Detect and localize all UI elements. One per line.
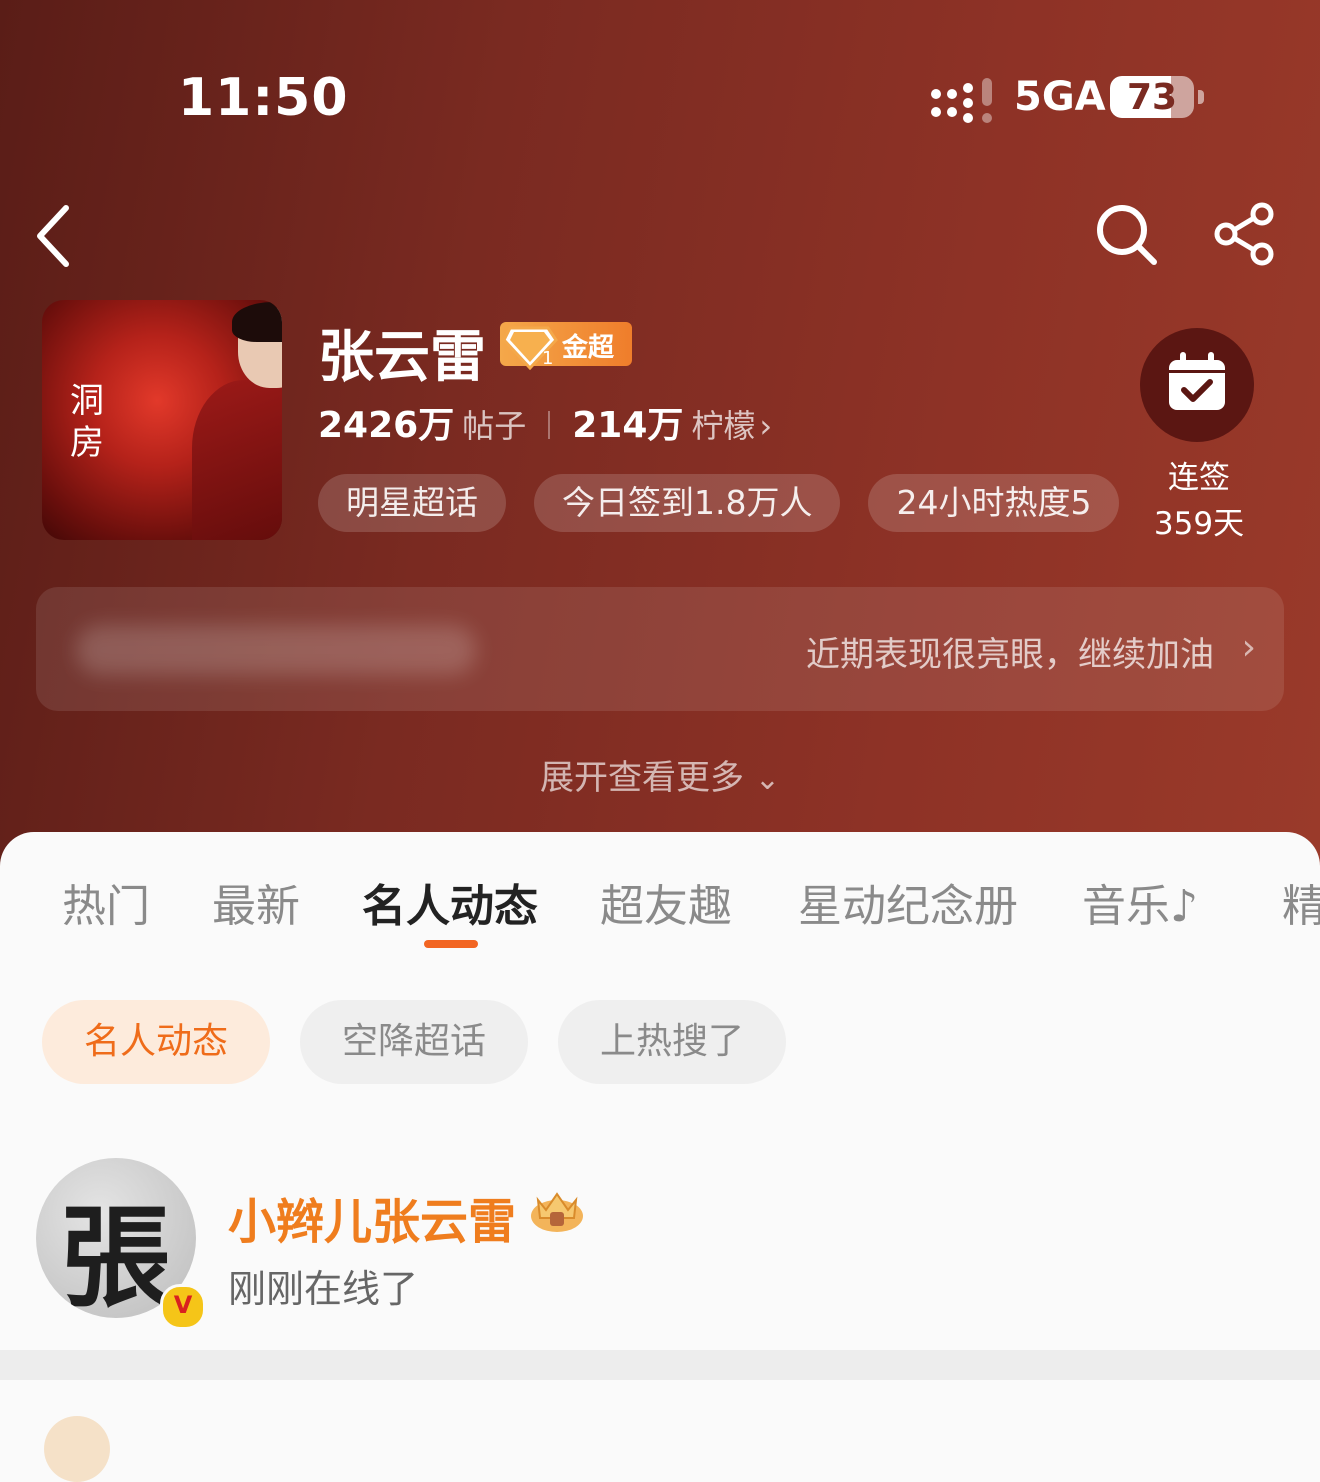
feed-divider <box>0 1350 1320 1380</box>
tab-featured[interactable]: 精 <box>1282 870 1320 934</box>
signal-icon <box>931 78 992 123</box>
cover-title: 洞房 <box>70 381 104 463</box>
topic-header: 11:50 5GA 73 洞房 张云雷 1 金超 2426万 帖子 214万 柠… <box>0 0 1320 880</box>
checkin-button[interactable] <box>1140 328 1254 442</box>
chevron-right-icon[interactable]: › <box>759 407 772 445</box>
status-time: 11:50 <box>178 68 349 128</box>
chip-celebrity-updates[interactable]: 名人动态 <box>42 1000 270 1084</box>
chevron-down-icon: ⌄ <box>754 762 780 797</box>
tag-heat[interactable]: 24小时热度5 <box>868 474 1120 532</box>
tab-celebrity-updates[interactable]: 名人动态 <box>362 870 538 934</box>
diamond-icon: 1 <box>502 326 558 370</box>
checkin-days: 359天 <box>1153 506 1245 542</box>
verified-badge-icon: V <box>160 1284 206 1330</box>
tag-checkin-count[interactable]: 今日签到1.8万人 <box>534 474 841 532</box>
fans-label[interactable]: 柠檬 <box>691 407 755 445</box>
calendar-check-icon <box>1169 352 1225 410</box>
verified-badge-label: V <box>173 1291 193 1319</box>
tab-fan-fun[interactable]: 超友趣 <box>600 870 732 934</box>
checkin-label: 连签 <box>1168 460 1230 496</box>
banner-text: 近期表现很亮眼，继续加油 <box>806 635 1214 675</box>
tab-hot[interactable]: 热门 <box>62 870 150 934</box>
next-item-avatar[interactable] <box>44 1416 110 1482</box>
tab-bar: 热门 最新 名人动态 超友趣 星动纪念册 音乐♪ 精 <box>0 870 1320 932</box>
status-bar: 11:50 5GA 73 <box>0 60 1320 140</box>
performance-banner[interactable]: 近期表现很亮眼，继续加油 › <box>36 587 1284 711</box>
fans-count[interactable]: 214万 <box>572 405 683 446</box>
expand-label: 展开查看更多 <box>540 758 745 798</box>
tab-music[interactable]: 音乐♪ <box>1082 870 1198 934</box>
chip-airdrop-topic[interactable]: 空降超话 <box>300 1000 528 1084</box>
topic-cover-image[interactable]: 洞房 <box>42 300 282 540</box>
chevron-right-icon: › <box>1241 627 1256 668</box>
battery-icon: 73 <box>1110 76 1194 118</box>
gold-super-badge[interactable]: 1 金超 <box>500 322 632 370</box>
badge-label: 金超 <box>562 333 615 363</box>
blurred-content <box>76 625 476 675</box>
chip-trending[interactable]: 上热搜了 <box>558 1000 786 1084</box>
search-icon[interactable] <box>1094 202 1158 266</box>
topic-name: 张云雷 <box>318 325 486 390</box>
tab-latest[interactable]: 最新 <box>212 870 300 934</box>
cover-figure-body <box>192 380 282 540</box>
tab-memory-book[interactable]: 星动纪念册 <box>798 870 1018 934</box>
badge-level: 1 <box>542 348 553 369</box>
network-type: 5GA <box>1014 74 1106 120</box>
topic-tags: 明星超话 今日签到1.8万人 24小时热度5 <box>318 474 1128 534</box>
user-name[interactable]: 小辫儿张云雷 <box>228 1182 516 1252</box>
battery-tip <box>1198 90 1204 104</box>
cover-figure-hair <box>232 302 282 342</box>
tag-category[interactable]: 明星超话 <box>318 474 506 532</box>
stats-divider <box>548 411 551 439</box>
back-chevron-icon[interactable] <box>28 198 88 274</box>
content-sheet: 热门 最新 名人动态 超友趣 星动纪念册 音乐♪ 精 名人动态 空降超话 上热搜… <box>0 832 1320 1482</box>
expand-more-button[interactable]: 展开查看更多 ⌄ <box>0 750 1320 799</box>
battery-level: 73 <box>1126 77 1178 118</box>
user-status: 刚刚在线了 <box>228 1267 419 1311</box>
share-icon[interactable] <box>1212 202 1278 266</box>
posts-label: 帖子 <box>462 407 527 445</box>
posts-count: 2426万 <box>318 405 455 446</box>
active-tab-indicator <box>424 940 478 948</box>
topic-stats: 2426万 帖子 214万 柠檬 › <box>318 396 772 448</box>
crown-icon <box>531 1192 583 1232</box>
